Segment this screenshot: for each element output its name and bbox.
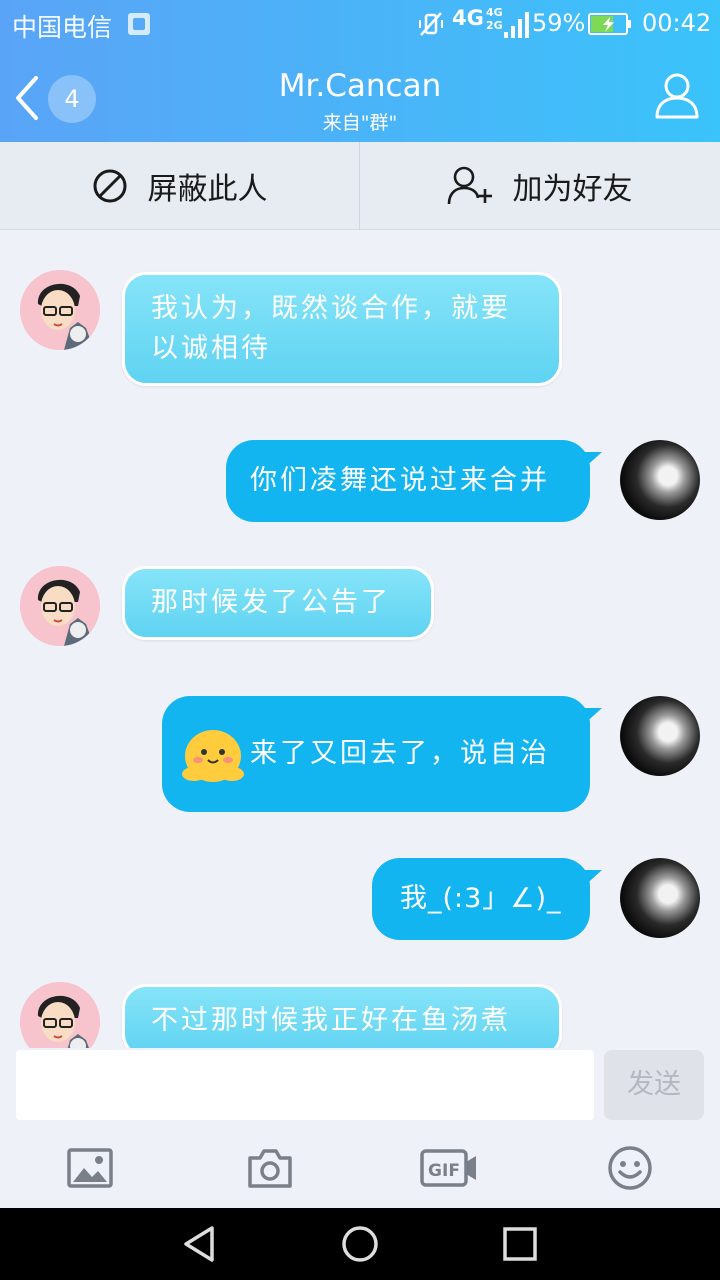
avatar[interactable] [620,696,700,776]
message-text: 你们凌舞还说过来合并 [250,465,550,496]
message-text: 我认为，既然谈合作，就要以诚相待 [151,293,511,364]
emoji-icon[interactable] [606,1144,654,1192]
avatar[interactable] [20,982,100,1048]
composer: 发送 GIF [0,1048,720,1208]
recents-square-icon[interactable] [500,1224,540,1264]
unread-count-badge[interactable]: 4 [48,75,96,123]
image-icon[interactable] [66,1144,114,1192]
send-button[interactable]: 发送 [604,1050,704,1120]
network-type-small: 4G 2G [486,6,503,32]
gif-label: GIF [428,1161,460,1181]
avatar[interactable] [20,566,100,646]
message-text: 那时候发了公告了 [151,587,391,618]
action-bar: 屏蔽此人 加为好友 [0,142,720,230]
block-icon [93,169,126,203]
avatar[interactable] [20,270,100,350]
signal-icon [504,12,529,38]
cartoon-avatar-icon [20,982,100,1048]
clock: 00:42 [642,9,712,37]
block-user-button[interactable]: 屏蔽此人 [0,142,359,230]
battery-percent: 59% [532,9,586,37]
avatar[interactable] [620,858,700,938]
vibrate-off-icon [419,12,443,36]
message-bubble-outgoing[interactable]: 我_(:3」∠)_ [372,858,590,940]
smiling-face-sticker-icon [182,729,244,782]
message-input[interactable] [16,1050,594,1120]
top-header: 中国电信 4G 4G 2G 59% 00:42 4 Mr.Cancan 来自"群… [0,0,720,142]
block-user-label: 屏蔽此人 [147,172,268,207]
home-circle-icon[interactable] [340,1224,380,1264]
message-text: 我_(:3」∠)_ [400,883,562,914]
add-friend-icon [447,166,492,205]
chevron-left-icon[interactable] [12,74,42,122]
avatar[interactable] [620,440,700,520]
message-bubble-incoming[interactable]: 那时候发了公告了 [122,566,434,640]
message-bubble-incoming[interactable]: 不过那时候我正好在鱼汤煮 [122,984,562,1048]
gif-icon[interactable]: GIF [420,1144,478,1192]
message-bubble-outgoing[interactable]: 你们凌舞还说过来合并 [226,440,590,522]
message-bubble-outgoing[interactable]: 来了又回去了，说自治 [162,696,590,812]
system-nav-bar [0,1208,720,1280]
add-friend-button[interactable]: 加为好友 [360,142,719,230]
network-small-2: 2G [486,19,503,32]
page-subtitle: 来自"群" [322,112,398,134]
network-small-1: 4G [486,6,503,19]
network-type: 4G [452,6,484,30]
notification-image-icon [128,13,150,35]
cartoon-avatar-icon [20,270,100,350]
status-bar: 中国电信 4G 4G 2G 59% 00:42 [0,0,720,48]
page-title: Mr.Cancan [278,68,442,104]
carrier-name: 中国电信 [12,13,113,42]
battery-charging-icon [588,13,631,35]
chat-area[interactable]: 我认为，既然谈合作，就要以诚相待 你们凌舞还说过来合并 那时候发了公告了 来了又… [0,230,720,1048]
add-friend-label: 加为好友 [512,172,633,207]
message-text: 来了又回去了，说自治 [250,738,550,769]
message-bubble-incoming[interactable]: 我认为，既然谈合作，就要以诚相待 [122,272,562,386]
camera-icon[interactable] [246,1144,294,1192]
nav-bar: 4 Mr.Cancan 来自"群" [0,48,720,142]
back-triangle-icon[interactable] [180,1224,220,1264]
message-text: 不过那时候我正好在鱼汤煮 [151,1005,511,1036]
person-icon[interactable] [654,72,700,120]
cartoon-avatar-icon [20,566,100,646]
